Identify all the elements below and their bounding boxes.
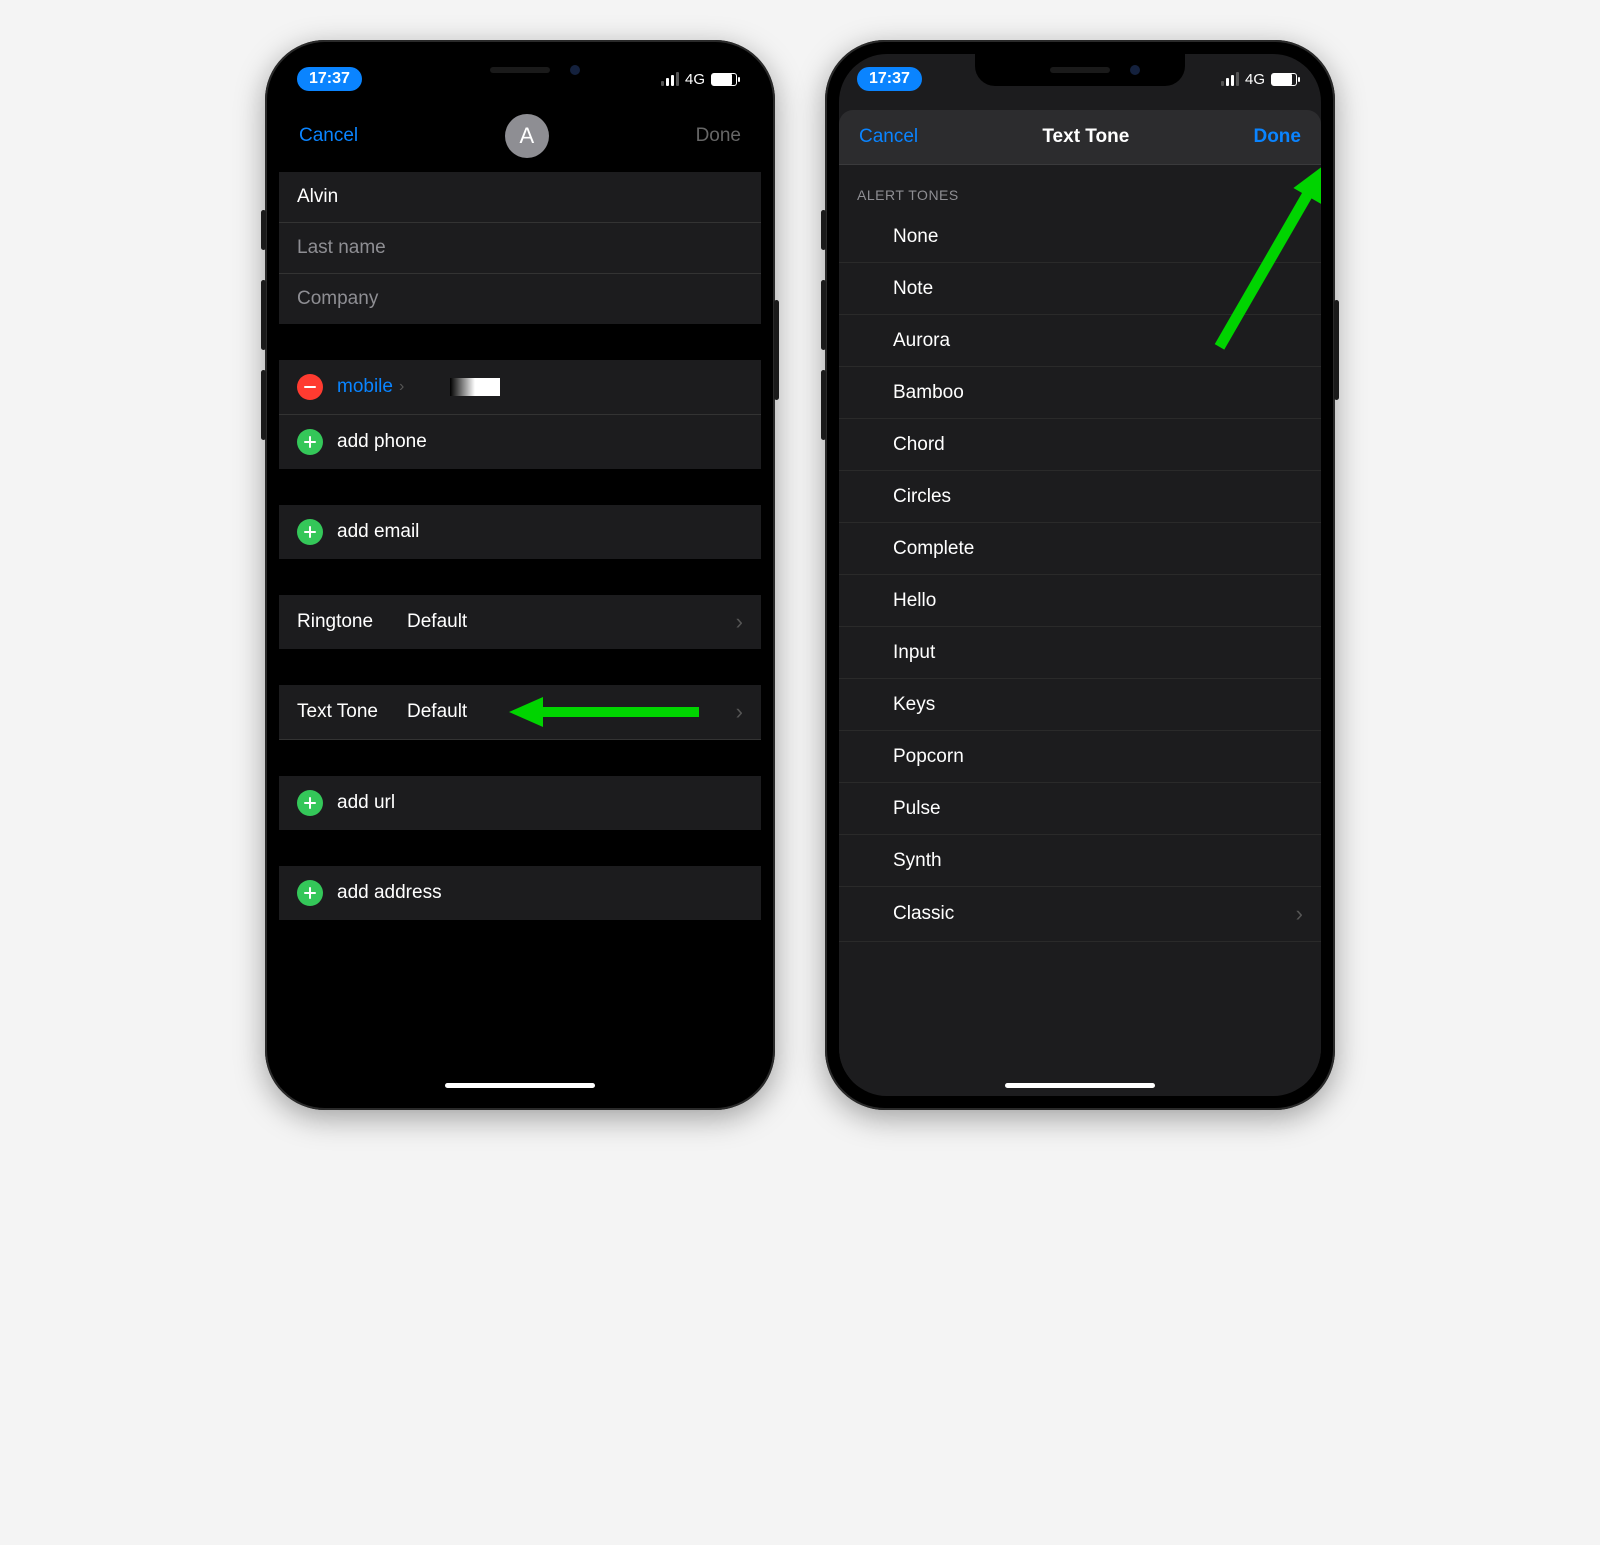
phone-left: 17:37 4G Cancel A Done Alvin Last name C…	[265, 40, 775, 1110]
company-field[interactable]: Company	[279, 274, 761, 324]
avatar-initial: A	[520, 123, 535, 149]
tone-list-content: ALERT TONES NoneNoteAuroraBambooChordCir…	[839, 165, 1321, 1087]
chevron-right-icon: ›	[736, 609, 743, 635]
nav-bar: Cancel A Done	[279, 104, 761, 172]
plus-icon[interactable]	[297, 790, 323, 816]
ringtone-value: Default	[407, 611, 467, 633]
text-tone-value: Default	[407, 701, 467, 723]
battery-icon	[711, 73, 737, 86]
tone-row[interactable]: Keys	[839, 679, 1321, 731]
contact-edit-content: Alvin Last name Company mobile › add pho…	[279, 172, 761, 1094]
tone-row[interactable]: Hello	[839, 575, 1321, 627]
signal-icon	[661, 72, 679, 86]
add-url-label: add url	[337, 792, 395, 814]
last-name-placeholder: Last name	[297, 237, 386, 259]
chevron-right-icon: ›	[736, 699, 743, 725]
first-name-value: Alvin	[297, 186, 338, 208]
last-name-field[interactable]: Last name	[279, 223, 761, 274]
alert-tones-header: ALERT TONES	[839, 165, 1321, 211]
add-url-row[interactable]: add url	[279, 776, 761, 830]
tone-row[interactable]: Aurora	[839, 315, 1321, 367]
cancel-button[interactable]: Cancel	[299, 125, 358, 147]
add-address-row[interactable]: add address	[279, 866, 761, 920]
done-button[interactable]: Done	[696, 125, 741, 147]
text-tone-row[interactable]: Text Tone Default ›	[279, 685, 761, 740]
home-indicator[interactable]	[445, 1083, 595, 1088]
nav-bar: Cancel Text Tone Done	[839, 110, 1321, 165]
network-label: 4G	[1245, 71, 1265, 88]
tone-row[interactable]: None	[839, 211, 1321, 263]
network-label: 4G	[685, 71, 705, 88]
tone-row[interactable]: Pulse	[839, 783, 1321, 835]
add-phone-row[interactable]: add phone	[279, 415, 761, 469]
ringtone-label: Ringtone	[297, 611, 397, 633]
status-time: 17:37	[857, 67, 922, 91]
signal-icon	[1221, 72, 1239, 86]
notch	[415, 54, 625, 86]
phone-type-label[interactable]: mobile	[337, 376, 393, 398]
first-name-field[interactable]: Alvin	[279, 172, 761, 223]
tone-row[interactable]: Bamboo	[839, 367, 1321, 419]
tone-row[interactable]: Synth	[839, 835, 1321, 887]
chevron-right-icon: ›	[399, 378, 404, 396]
tone-row[interactable]: Chord	[839, 419, 1321, 471]
plus-icon[interactable]	[297, 880, 323, 906]
chevron-right-icon: ›	[1296, 901, 1303, 927]
contact-avatar[interactable]: A	[505, 114, 549, 158]
screen-right: 17:37 4G Cancel Text Tone Done ALERT TON…	[839, 54, 1321, 1096]
plus-icon[interactable]	[297, 429, 323, 455]
text-tone-label: Text Tone	[297, 701, 397, 723]
add-email-row[interactable]: add email	[279, 505, 761, 559]
minus-icon[interactable]	[297, 374, 323, 400]
nav-title: Text Tone	[1042, 126, 1129, 148]
plus-icon[interactable]	[297, 519, 323, 545]
tone-row[interactable]: Popcorn	[839, 731, 1321, 783]
phone-number-redacted	[450, 378, 500, 396]
ringtone-row[interactable]: Ringtone Default ›	[279, 595, 761, 649]
phone-row[interactable]: mobile ›	[279, 360, 761, 415]
battery-icon	[1271, 73, 1297, 86]
notch	[975, 54, 1185, 86]
phone-right: 17:37 4G Cancel Text Tone Done ALERT TON…	[825, 40, 1335, 1110]
home-indicator[interactable]	[1005, 1083, 1155, 1088]
tone-row[interactable]: Input	[839, 627, 1321, 679]
tone-row[interactable]: Complete	[839, 523, 1321, 575]
add-email-label: add email	[337, 521, 419, 543]
cancel-button[interactable]: Cancel	[859, 126, 918, 148]
status-time: 17:37	[297, 67, 362, 91]
tone-row[interactable]: Classic›	[839, 887, 1321, 942]
screen-left: 17:37 4G Cancel A Done Alvin Last name C…	[279, 54, 761, 1096]
add-address-label: add address	[337, 882, 442, 904]
company-placeholder: Company	[297, 288, 378, 310]
add-phone-label: add phone	[337, 431, 427, 453]
done-button[interactable]: Done	[1253, 126, 1301, 148]
tone-row[interactable]: Circles	[839, 471, 1321, 523]
